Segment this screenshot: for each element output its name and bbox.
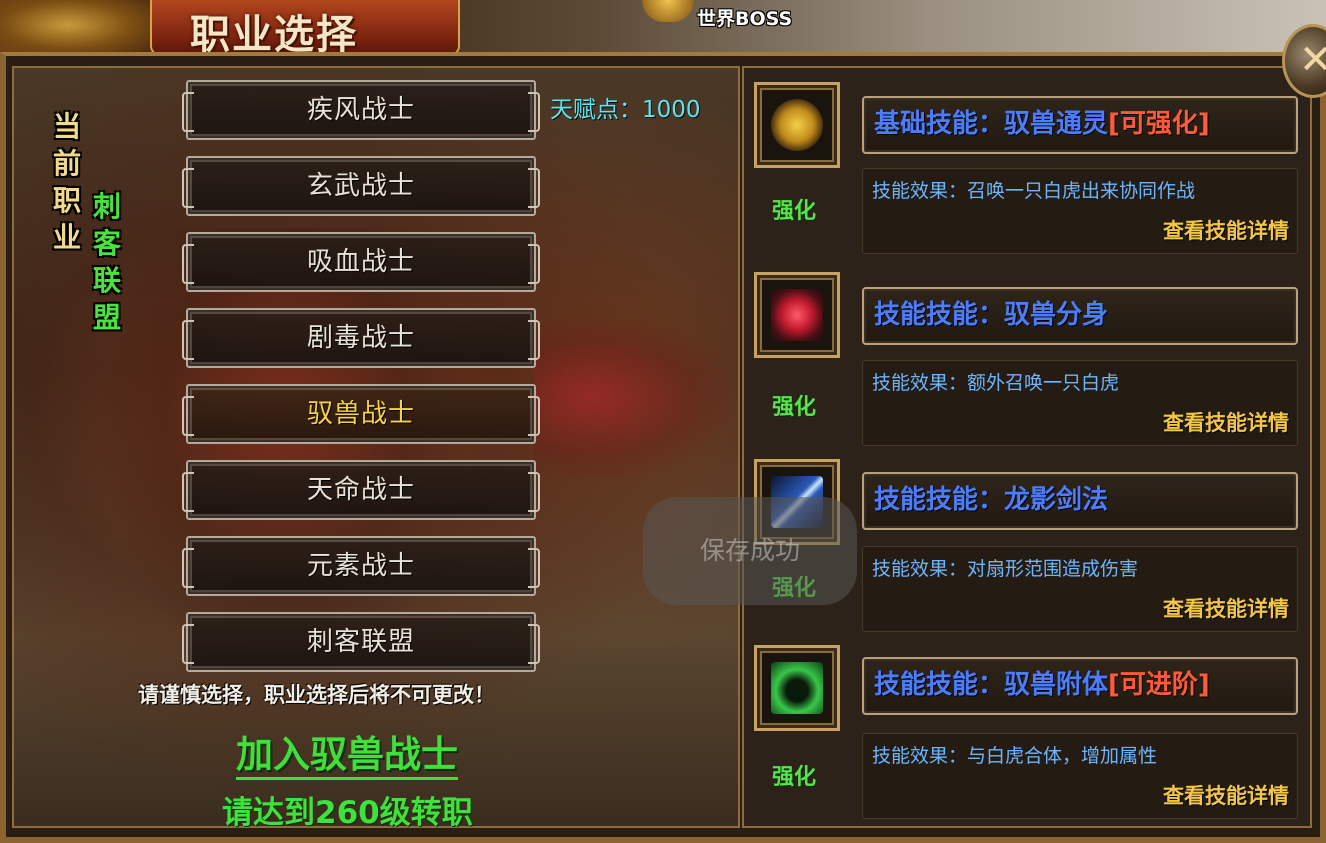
enhance-button[interactable]: 强化	[772, 389, 816, 421]
skill-description: 技能效果：召唤一只白虎出来协同作战 查看技能详情	[862, 168, 1298, 254]
skill-name: 技能技能：驭兽分身	[874, 300, 1109, 330]
talent-points: 天赋点：1000	[550, 97, 701, 123]
skill-description: 技能效果：对扇形范围造成伤害 查看技能详情	[862, 546, 1298, 632]
skill-tag: [可强化]	[1108, 109, 1210, 139]
skill-description: 技能效果：额外召唤一只白虎 查看技能详情	[862, 360, 1298, 446]
skill-title: 技能技能：驭兽附体[可进阶]	[862, 657, 1298, 715]
spirit-silhouette-icon	[771, 662, 823, 714]
join-class-button[interactable]: 加入驭兽战士	[236, 733, 458, 780]
skill-icon-slot[interactable]	[754, 272, 840, 358]
class-button-cike[interactable]: 刺客联盟	[182, 612, 540, 672]
skill-effect: 技能效果：额外召唤一只白虎	[872, 372, 1120, 394]
current-class-value: 刺 客 联 盟	[92, 190, 121, 334]
skill-title: 技能技能：驭兽分身	[862, 287, 1298, 345]
skill-icon-slot[interactable]	[754, 645, 840, 731]
skill-name: 技能技能：驭兽附体	[874, 670, 1109, 700]
skill-effect: 技能效果：与白虎合体，增加属性	[872, 745, 1158, 767]
skill-title: 技能技能：龙影剑法	[862, 472, 1298, 530]
red-rose-icon	[771, 289, 823, 341]
skill-description: 技能效果：与白虎合体，增加属性 查看技能详情	[862, 733, 1298, 819]
warning-text: 请谨慎选择，职业选择后将不可更改！	[138, 683, 495, 707]
skill-name: 基础技能：驭兽通灵	[874, 109, 1109, 139]
current-class-caption: 当 前 职 业	[52, 110, 81, 254]
class-button-xixue[interactable]: 吸血战士	[182, 232, 540, 292]
close-icon: ✕	[1299, 37, 1326, 83]
dragon-wing-artwork	[534, 318, 734, 478]
view-skill-detail-link[interactable]: 查看技能详情	[1163, 215, 1289, 245]
class-button-judu[interactable]: 剧毒战士	[182, 308, 540, 368]
view-skill-detail-link[interactable]: 查看技能详情	[1163, 593, 1289, 623]
class-button-jifeng[interactable]: 疾风战士	[182, 80, 540, 140]
level-requirement: 请达到260级转职	[222, 795, 473, 831]
skill-tag: [可进阶]	[1108, 670, 1210, 700]
view-skill-detail-link[interactable]: 查看技能详情	[1163, 780, 1289, 810]
enhance-button[interactable]: 强化	[772, 759, 816, 791]
skill-effect: 技能效果：对扇形范围造成伤害	[872, 558, 1139, 580]
enhance-button[interactable]: 强化	[772, 193, 816, 225]
skill-icon-slot[interactable]	[754, 82, 840, 168]
skill-title: 基础技能：驭兽通灵[可强化]	[862, 96, 1298, 154]
skill-name: 技能技能：龙影剑法	[874, 485, 1109, 515]
class-button-tianming[interactable]: 天命战士	[182, 460, 540, 520]
class-button-yushou[interactable]: 驭兽战士	[182, 384, 540, 444]
class-button-yuansu[interactable]: 元素战士	[182, 536, 540, 596]
world-boss-icon[interactable]	[642, 0, 694, 22]
class-button-xuanwu[interactable]: 玄武战士	[182, 156, 540, 216]
lion-head-icon	[771, 99, 823, 151]
save-success-toast: 保存成功	[643, 497, 857, 605]
skill-effect: 技能效果：召唤一只白虎出来协同作战	[872, 180, 1196, 202]
view-skill-detail-link[interactable]: 查看技能详情	[1163, 407, 1289, 437]
world-boss-label[interactable]: 世界BOSS	[697, 4, 792, 31]
